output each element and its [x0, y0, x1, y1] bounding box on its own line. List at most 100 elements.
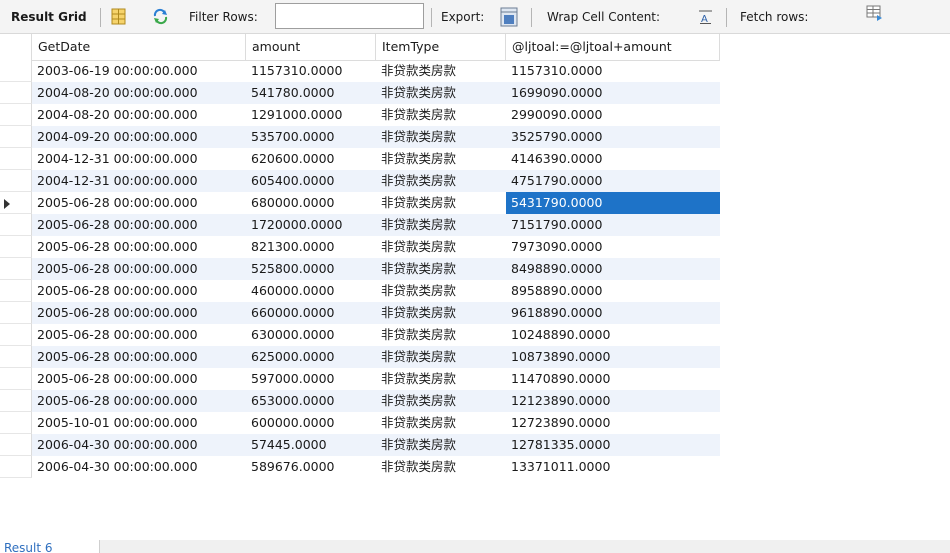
column-header-amount[interactable]: amount	[246, 34, 376, 60]
cell-getdate[interactable]: 2004-12-31 00:00:00.000	[32, 148, 246, 170]
cell-ljtoal[interactable]: 1699090.0000	[506, 82, 720, 104]
table-row[interactable]: 2005-06-28 00:00:00.000 597000.0000 非贷款类房款…	[0, 368, 720, 390]
cell-itemtype[interactable]: 非贷款类房款	[376, 170, 506, 192]
cell-itemtype[interactable]: 非贷款类房款	[376, 60, 506, 82]
cell-ljtoal[interactable]: 7973090.0000	[506, 236, 720, 258]
row-gutter[interactable]	[0, 434, 32, 456]
cell-itemtype[interactable]: 非贷款类房款	[376, 346, 506, 368]
cell-amount[interactable]: 1157310.0000	[246, 60, 376, 82]
cell-amount[interactable]: 600000.0000	[246, 412, 376, 434]
table-row[interactable]: 2004-12-31 00:00:00.000 605400.0000 非贷款类房款…	[0, 170, 720, 192]
cell-amount[interactable]: 597000.0000	[246, 368, 376, 390]
cell-amount[interactable]: 541780.0000	[246, 82, 376, 104]
cell-amount[interactable]: 821300.0000	[246, 236, 376, 258]
fetch-rows-icon[interactable]	[866, 5, 883, 22]
result-grid-label[interactable]: Result Grid	[11, 0, 87, 34]
row-gutter[interactable]	[0, 324, 32, 346]
cell-itemtype[interactable]: 非贷款类房款	[376, 434, 506, 456]
table-row[interactable]: 2005-10-01 00:00:00.000 600000.0000 非贷款类房款…	[0, 412, 720, 434]
cell-getdate[interactable]: 2004-12-31 00:00:00.000	[32, 170, 246, 192]
cell-amount[interactable]: 653000.0000	[246, 390, 376, 412]
row-gutter[interactable]	[0, 236, 32, 258]
cell-ljtoal[interactable]: 9618890.0000	[506, 302, 720, 324]
cell-amount[interactable]: 525800.0000	[246, 258, 376, 280]
cell-itemtype[interactable]: 非贷款类房款	[376, 302, 506, 324]
row-gutter[interactable]	[0, 390, 32, 412]
cell-itemtype[interactable]: 非贷款类房款	[376, 390, 506, 412]
cell-amount[interactable]: 535700.0000	[246, 126, 376, 148]
row-gutter[interactable]	[0, 302, 32, 324]
table-row[interactable]: 2005-06-28 00:00:00.000 525800.0000 非贷款类房款…	[0, 258, 720, 280]
table-row[interactable]: 2004-09-20 00:00:00.000 535700.0000 非贷款类房款…	[0, 126, 720, 148]
row-gutter[interactable]	[0, 60, 32, 82]
cell-amount[interactable]: 680000.0000	[246, 192, 376, 214]
result-tab[interactable]: Result 6	[0, 540, 100, 553]
cell-amount[interactable]: 460000.0000	[246, 280, 376, 302]
row-gutter[interactable]	[0, 82, 32, 104]
cell-getdate[interactable]: 2005-06-28 00:00:00.000	[32, 324, 246, 346]
row-gutter[interactable]	[0, 192, 32, 214]
table-row[interactable]: 2005-06-28 00:00:00.000 630000.0000 非贷款类房款…	[0, 324, 720, 346]
table-row[interactable]: 2005-06-28 00:00:00.000 660000.0000 非贷款类房款…	[0, 302, 720, 324]
cell-ljtoal[interactable]: 5431790.0000	[506, 192, 720, 214]
row-gutter[interactable]	[0, 126, 32, 148]
cell-getdate[interactable]: 2004-09-20 00:00:00.000	[32, 126, 246, 148]
cell-getdate[interactable]: 2005-06-28 00:00:00.000	[32, 302, 246, 324]
cell-getdate[interactable]: 2005-06-28 00:00:00.000	[32, 390, 246, 412]
table-row[interactable]: 2005-06-28 00:00:00.000 680000.0000 非贷款类房款…	[0, 192, 720, 214]
cell-amount[interactable]: 57445.0000	[246, 434, 376, 456]
cell-itemtype[interactable]: 非贷款类房款	[376, 258, 506, 280]
table-row[interactable]: 2005-06-28 00:00:00.000 821300.0000 非贷款类房款…	[0, 236, 720, 258]
grid-view-icon[interactable]	[110, 8, 127, 25]
cell-getdate[interactable]: 2005-06-28 00:00:00.000	[32, 280, 246, 302]
cell-itemtype[interactable]: 非贷款类房款	[376, 192, 506, 214]
row-gutter[interactable]	[0, 412, 32, 434]
cell-ljtoal[interactable]: 12723890.0000	[506, 412, 720, 434]
cell-ljtoal[interactable]: 8958890.0000	[506, 280, 720, 302]
cell-itemtype[interactable]: 非贷款类房款	[376, 126, 506, 148]
cell-itemtype[interactable]: 非贷款类房款	[376, 280, 506, 302]
cell-amount[interactable]: 1720000.0000	[246, 214, 376, 236]
cell-amount[interactable]: 620600.0000	[246, 148, 376, 170]
cell-getdate[interactable]: 2005-06-28 00:00:00.000	[32, 368, 246, 390]
cell-ljtoal[interactable]: 4146390.0000	[506, 148, 720, 170]
table-row[interactable]: 2004-12-31 00:00:00.000 620600.0000 非贷款类房款…	[0, 148, 720, 170]
export-icon[interactable]	[499, 6, 519, 28]
cell-ljtoal[interactable]: 10873890.0000	[506, 346, 720, 368]
cell-amount[interactable]: 605400.0000	[246, 170, 376, 192]
cell-itemtype[interactable]: 非贷款类房款	[376, 236, 506, 258]
table-row[interactable]: 2005-06-28 00:00:00.000 460000.0000 非贷款类房款…	[0, 280, 720, 302]
row-gutter[interactable]	[0, 368, 32, 390]
table-row[interactable]: 2006-04-30 00:00:00.000 589676.0000 非贷款类房款…	[0, 456, 720, 478]
cell-getdate[interactable]: 2005-06-28 00:00:00.000	[32, 258, 246, 280]
cell-itemtype[interactable]: 非贷款类房款	[376, 324, 506, 346]
wrap-text-icon[interactable]: A	[697, 8, 714, 25]
cell-itemtype[interactable]: 非贷款类房款	[376, 368, 506, 390]
table-row[interactable]: 2005-06-28 00:00:00.000 653000.0000 非贷款类房款…	[0, 390, 720, 412]
row-gutter[interactable]	[0, 346, 32, 368]
cell-getdate[interactable]: 2005-10-01 00:00:00.000	[32, 412, 246, 434]
cell-getdate[interactable]: 2005-06-28 00:00:00.000	[32, 214, 246, 236]
cell-itemtype[interactable]: 非贷款类房款	[376, 412, 506, 434]
cell-itemtype[interactable]: 非贷款类房款	[376, 456, 506, 478]
refresh-icon[interactable]	[152, 8, 169, 25]
cell-getdate[interactable]: 2004-08-20 00:00:00.000	[32, 104, 246, 126]
cell-getdate[interactable]: 2005-06-28 00:00:00.000	[32, 236, 246, 258]
cell-getdate[interactable]: 2003-06-19 00:00:00.000	[32, 60, 246, 82]
cell-ljtoal[interactable]: 12781335.0000	[506, 434, 720, 456]
cell-getdate[interactable]: 2006-04-30 00:00:00.000	[32, 434, 246, 456]
table-row[interactable]: 2005-06-28 00:00:00.000 625000.0000 非贷款类房款…	[0, 346, 720, 368]
cell-itemtype[interactable]: 非贷款类房款	[376, 104, 506, 126]
cell-ljtoal[interactable]: 4751790.0000	[506, 170, 720, 192]
table-row[interactable]: 2005-06-28 00:00:00.000 1720000.0000 非贷款类房…	[0, 214, 720, 236]
cell-amount[interactable]: 625000.0000	[246, 346, 376, 368]
cell-ljtoal[interactable]: 13371011.0000	[506, 456, 720, 478]
column-header-itemtype[interactable]: ItemType	[376, 34, 506, 60]
column-header-ljtoal[interactable]: @ljtoal:=@ljtoal+amount	[506, 34, 720, 60]
cell-amount[interactable]: 1291000.0000	[246, 104, 376, 126]
cell-ljtoal[interactable]: 11470890.0000	[506, 368, 720, 390]
cell-ljtoal[interactable]: 8498890.0000	[506, 258, 720, 280]
cell-itemtype[interactable]: 非贷款类房款	[376, 214, 506, 236]
cell-amount[interactable]: 589676.0000	[246, 456, 376, 478]
table-row[interactable]: 2004-08-20 00:00:00.000 541780.0000 非贷款类房款…	[0, 82, 720, 104]
